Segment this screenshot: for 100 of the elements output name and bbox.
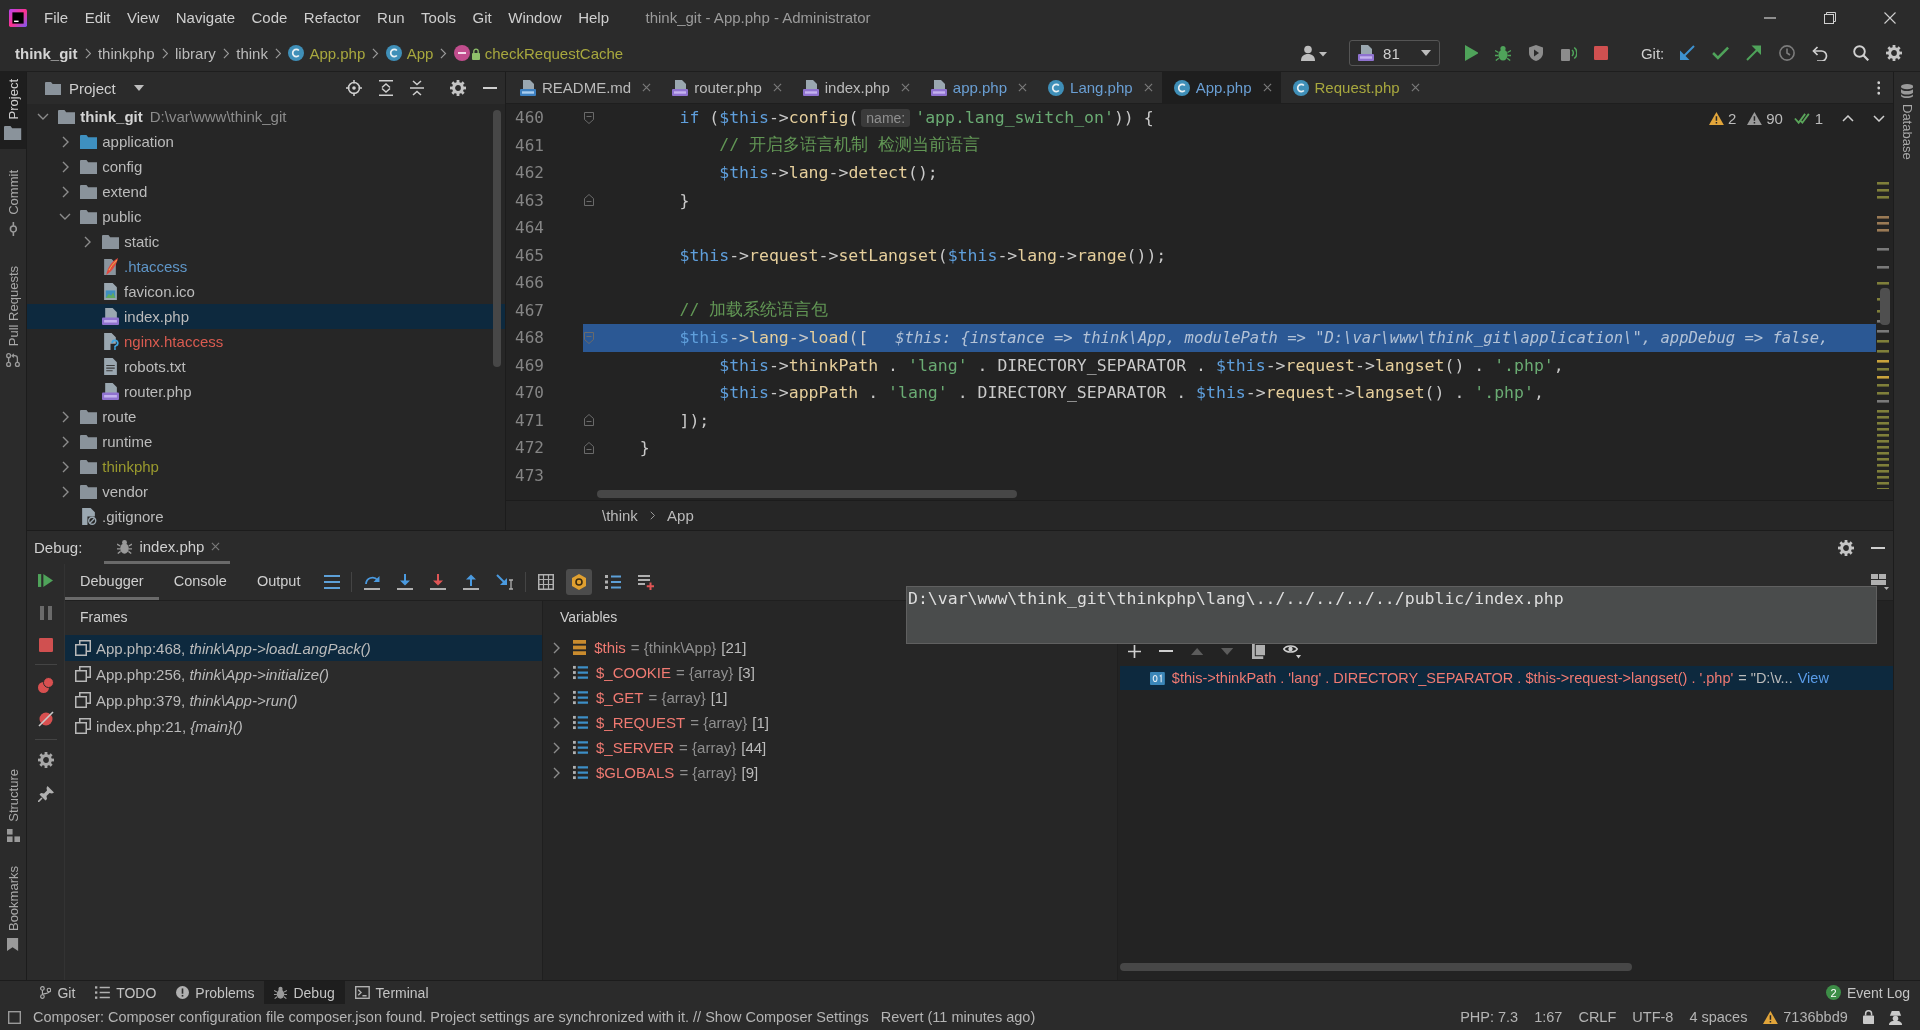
bug-icon[interactable]	[1495, 45, 1512, 61]
tree-row[interactable]: robots.txt	[27, 354, 505, 379]
chevron-right-icon[interactable]	[553, 666, 560, 679]
tree-row[interactable]: extend	[27, 179, 505, 204]
settings-icon[interactable]	[450, 80, 466, 96]
tree-row[interactable]: thinkphp	[27, 454, 505, 479]
editor-tab[interactable]: App.php	[1161, 72, 1281, 103]
chevron-down-icon[interactable]	[1873, 115, 1885, 122]
minimize-icon[interactable]	[1871, 546, 1885, 549]
frame-item[interactable]: index.php:21, {main}()	[65, 713, 542, 739]
fold-marker-icon[interactable]	[584, 331, 594, 344]
menu-item[interactable]: Refactor	[295, 9, 369, 26]
breadcrumb-item[interactable]: think	[233, 44, 271, 62]
chevron-right-icon[interactable]	[553, 741, 560, 754]
arrow-cursor-icon[interactable]	[495, 574, 514, 590]
tree-row[interactable]: runtime	[27, 429, 505, 454]
chevron-right-icon[interactable]	[553, 641, 560, 654]
device-signal-icon[interactable]	[1561, 45, 1578, 61]
tree-row[interactable]: .gitignore	[27, 504, 505, 529]
inspection-counter[interactable]: 90	[1747, 110, 1783, 127]
scrollbar-thumb[interactable]	[1880, 288, 1890, 325]
chevron-right-icon[interactable]	[61, 160, 69, 173]
event-log-button[interactable]: 2 Event Log	[1825, 984, 1910, 1001]
tool-window-tab[interactable]: Structure	[0, 762, 26, 851]
circles-icon[interactable]	[37, 677, 54, 693]
app-logo-icon[interactable]	[9, 8, 27, 27]
editor-tab[interactable]: Request.php	[1280, 72, 1429, 103]
status-widget[interactable]: CRLF	[1570, 1009, 1625, 1025]
play-icon[interactable]	[1464, 45, 1479, 61]
breadcrumb-item[interactable]: App	[667, 507, 694, 524]
eye-icon[interactable]	[1282, 643, 1301, 659]
settings-icon[interactable]	[1885, 45, 1902, 61]
stop-icon[interactable]	[38, 638, 53, 652]
fold-marker-icon[interactable]	[584, 441, 594, 454]
tool-window-tab[interactable]: Bookmarks	[0, 858, 26, 960]
search-icon[interactable]	[1852, 45, 1869, 61]
target-icon[interactable]	[346, 80, 362, 96]
copy-icon[interactable]	[1251, 643, 1265, 659]
caret-icon[interactable]	[133, 85, 144, 91]
frame-item[interactable]: App.php:256, think\App->initialize()	[65, 661, 542, 687]
chevron-down-icon[interactable]	[37, 113, 49, 120]
debug-tab[interactable]: Console	[158, 564, 242, 600]
vcs-widget[interactable]: 7136bbd9	[1755, 1009, 1856, 1025]
chevron-right-icon[interactable]	[553, 716, 560, 729]
tool-window-tab[interactable]: Commit	[0, 163, 26, 246]
arrow-down-left-icon[interactable]	[1678, 45, 1695, 61]
status-widget[interactable]: 1:67	[1526, 1009, 1571, 1025]
chevron-up-icon[interactable]	[1842, 115, 1854, 122]
restore-icon[interactable]	[1824, 11, 1836, 24]
tool-window-button[interactable]: Terminal	[344, 981, 439, 1004]
watch-row[interactable]: $this->thinkPath . 'lang' . DIRECTORY_SEPARATOR . $this->request->langset() . '.php' = "D:\v... View	[1120, 666, 1893, 690]
scrollbar-thumb[interactable]	[1120, 963, 1632, 971]
minimize-icon[interactable]	[1764, 16, 1776, 19]
status-widget[interactable]: 4 spaces	[1681, 1009, 1756, 1025]
breadcrumb-item[interactable]: App.php	[285, 44, 369, 62]
collapse-all-icon[interactable]	[410, 80, 424, 96]
pause-icon[interactable]	[39, 606, 52, 620]
tree-row[interactable]: public	[27, 204, 505, 229]
more-icon[interactable]	[1876, 80, 1880, 95]
chevron-right-icon[interactable]	[61, 460, 69, 473]
tree-row[interactable]: .htaccess	[27, 254, 505, 279]
tree-row[interactable]: nginx.htaccess	[27, 329, 505, 354]
settings-icon[interactable]	[1838, 539, 1854, 556]
editor-tab[interactable]: router.php	[660, 72, 791, 103]
breadcrumb-item[interactable]: think_git	[12, 44, 81, 62]
grid-icon[interactable]	[537, 574, 554, 590]
tool-window-tab[interactable]: Pull Requests	[0, 259, 26, 377]
breadcrumb-item[interactable]: checkRequestCache	[450, 44, 627, 62]
editor-tab[interactable]: Lang.php	[1036, 72, 1162, 103]
pin-icon[interactable]	[37, 786, 54, 802]
view-link[interactable]: View	[1797, 670, 1829, 686]
tree-row[interactable]: route	[27, 404, 505, 429]
scrollbar-thumb[interactable]	[597, 490, 1017, 498]
menu-item[interactable]: Git	[464, 9, 500, 26]
bulleted-list-icon[interactable]	[604, 574, 621, 590]
fold-marker-icon[interactable]	[584, 194, 594, 207]
person-icon[interactable]	[1888, 1009, 1903, 1025]
slashed-circle-icon[interactable]	[37, 711, 54, 727]
list-plus-icon[interactable]	[637, 574, 654, 590]
triangle-up-icon[interactable]	[1191, 647, 1204, 655]
menu-item[interactable]: Help	[570, 9, 617, 26]
clock-icon[interactable]	[1779, 45, 1795, 61]
layout-icon[interactable]	[1871, 574, 1889, 590]
tree-row[interactable]: favicon.ico	[27, 279, 505, 304]
user-icon[interactable]	[1301, 45, 1328, 61]
tool-window-tab[interactable]: Project	[0, 72, 26, 150]
editor-tab[interactable]: app.php	[918, 72, 1037, 103]
tool-window-tab[interactable]: Database	[1894, 72, 1920, 168]
chevron-down-icon[interactable]	[59, 213, 71, 220]
settings-icon[interactable]	[37, 752, 54, 768]
menu-item[interactable]: Code	[243, 9, 296, 26]
panel-title[interactable]: Project	[69, 79, 116, 97]
triangle-down-icon[interactable]	[1221, 647, 1234, 655]
expand-all-icon[interactable]	[379, 80, 393, 96]
stop-icon[interactable]	[1594, 46, 1609, 60]
frame-item[interactable]: App.php:379, think\App->run()	[65, 687, 542, 713]
arrow-up-right-icon[interactable]	[1746, 45, 1762, 61]
menu-item[interactable]: View	[119, 9, 168, 26]
editor-tab[interactable]: README.md	[508, 72, 661, 103]
arrow-up-icon[interactable]	[462, 574, 479, 590]
